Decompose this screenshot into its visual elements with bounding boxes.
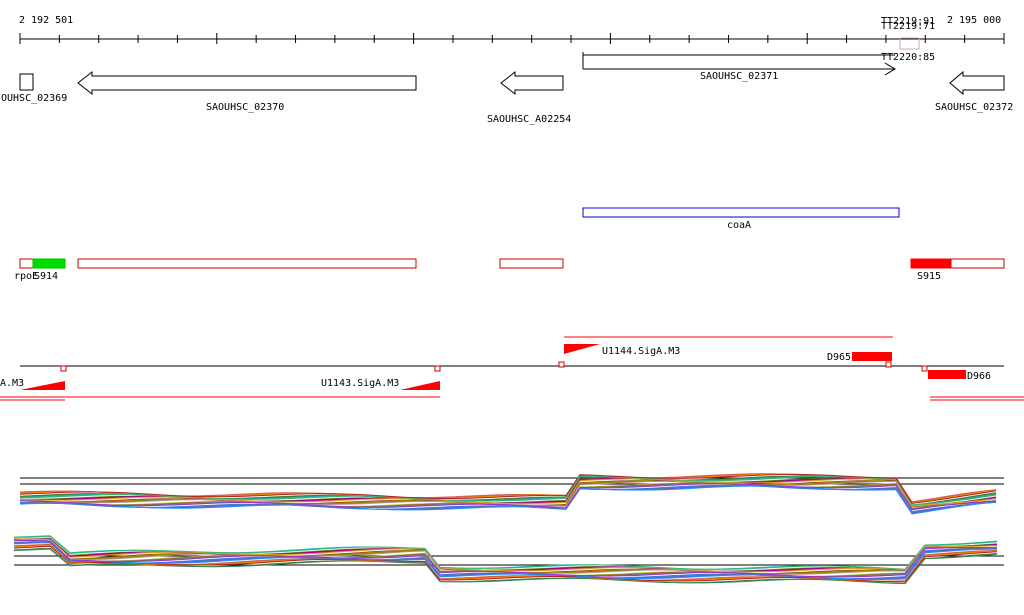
expression-track-2 xyxy=(13,535,1004,585)
feature-SAOUHSC_A02254-box[interactable] xyxy=(499,258,564,269)
gene-name-track: coaA xyxy=(582,207,900,231)
segment-track: A.M3 U1143.SigA.M3 U1144.SigA.M3 D965 D9… xyxy=(0,336,1024,401)
feature-SAOUHSC_02370-box[interactable] xyxy=(77,258,417,269)
segment-D965[interactable] xyxy=(852,352,892,361)
segment-label-A.M3: A.M3 xyxy=(0,378,24,389)
ruler-start-label: 2 192 501 xyxy=(19,15,73,26)
terminator-marker[interactable] xyxy=(899,37,920,50)
expression-track-1 xyxy=(19,473,1004,515)
gene-label-SAOUHSC_A02254: SAOUHSC_A02254 xyxy=(487,114,571,125)
terminator-label-2[interactable]: TT2219:71 xyxy=(881,21,935,32)
breakpoint-marker[interactable] xyxy=(434,365,441,372)
feature-track: rpoE S914 S915 xyxy=(14,258,1005,282)
segment-label-D965: D965 xyxy=(827,352,851,363)
feature-S914[interactable] xyxy=(32,258,66,269)
breakpoint-marker[interactable] xyxy=(60,365,67,372)
coordinate-ruler: 2 192 501 2 195 000 TT2219:91 TT2219:71 … xyxy=(19,15,1005,63)
breakpoint-marker[interactable] xyxy=(558,361,565,368)
gene-track: OUHSC_02369 SAOUHSC_02370 SAOUHSC_A02254… xyxy=(1,52,1013,125)
feature-SAOUHSC_02372-box[interactable] xyxy=(950,258,1005,269)
segment-label-U1144: U1144.SigA.M3 xyxy=(602,346,680,357)
feature-S915[interactable] xyxy=(910,258,952,269)
expression-profiles-2 xyxy=(13,535,998,585)
feature-rpoE[interactable] xyxy=(19,258,34,269)
gene-label-SAOUHSC_02369: OUHSC_02369 xyxy=(1,93,67,104)
gene-label-SAOUHSC_02372: SAOUHSC_02372 xyxy=(935,102,1013,113)
ruler-end-label: 2 195 000 xyxy=(947,15,1001,26)
track2-profile-line xyxy=(13,538,998,575)
gene-SAOUHSC_02369[interactable] xyxy=(19,73,34,91)
expression-profiles-1 xyxy=(19,473,997,515)
coaA-label: coaA xyxy=(727,220,751,231)
gene-label-SAOUHSC_02370: SAOUHSC_02370 xyxy=(206,102,284,113)
gene-label-SAOUHSC_02371: SAOUHSC_02371 xyxy=(700,71,778,82)
promoter-triangle-U1144[interactable] xyxy=(564,344,600,354)
segment-D966[interactable] xyxy=(928,370,966,379)
gene-SAOUHSC_02372[interactable] xyxy=(949,70,1005,96)
gene-SAOUHSC_A02254[interactable] xyxy=(500,70,564,96)
breakpoint-marker[interactable] xyxy=(921,365,928,372)
promoter-triangle-U1143[interactable] xyxy=(400,381,440,390)
segment-label-U1143: U1143.SigA.M3 xyxy=(321,378,399,389)
segment-label-D966: D966 xyxy=(967,371,991,382)
coaA-feature[interactable] xyxy=(582,207,900,218)
feature-label-S915: S915 xyxy=(917,271,941,282)
genome-browser-viewer: 2 192 501 2 195 000 TT2219:91 TT2219:71 … xyxy=(0,0,1024,611)
genome-browser-canvas: 2 192 501 2 195 000 TT2219:91 TT2219:71 … xyxy=(0,15,1024,585)
breakpoint-marker[interactable] xyxy=(885,361,892,368)
gene-SAOUHSC_02370[interactable] xyxy=(77,70,417,96)
feature-label-S914: S914 xyxy=(34,271,58,282)
promoter-triangle-A.M3[interactable] xyxy=(20,381,65,390)
terminator-label-below[interactable]: TT2220:85 xyxy=(881,52,935,63)
